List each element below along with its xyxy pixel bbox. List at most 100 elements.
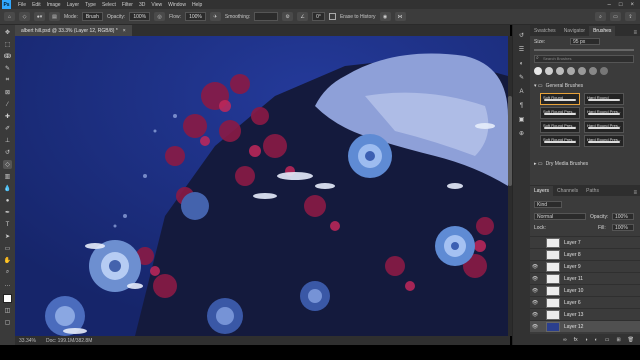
smoothing-field[interactable] <box>254 12 279 21</box>
marquee-tool-icon[interactable]: ⬚ <box>3 40 12 49</box>
paragraph-icon[interactable]: ¶ <box>517 101 526 110</box>
eye-icon[interactable]: 👁 <box>530 264 540 270</box>
move-tool-icon[interactable]: ✥ <box>3 28 12 37</box>
link-icon[interactable]: ∞ <box>563 337 567 343</box>
eye-icon[interactable]: 👁 <box>530 300 540 306</box>
brush-folder-dry-media[interactable]: ▸ ▭ Dry Media Brushes <box>534 161 588 167</box>
brush-item[interactable]: Hard Round <box>584 93 624 105</box>
brush-tip-icon[interactable] <box>534 67 542 75</box>
brush-tip-icon[interactable] <box>589 67 597 75</box>
properties-icon[interactable]: ☰ <box>517 45 526 54</box>
clone-source-icon[interactable]: ⊕ <box>517 129 526 138</box>
brush-search-input[interactable]: Search Brushes <box>534 55 634 63</box>
dodge-tool-icon[interactable]: ● <box>3 196 12 205</box>
zoom-tool-icon[interactable]: ⌕ <box>3 268 12 277</box>
eraser-tool-icon[interactable]: ◇ <box>3 160 12 169</box>
brush-item[interactable]: Soft Round <box>540 93 580 105</box>
brush-tip-icon[interactable] <box>567 67 575 75</box>
eye-icon[interactable]: 👁 <box>530 312 540 318</box>
share-icon[interactable]: ⇪ <box>625 12 636 21</box>
hand-tool-icon[interactable]: ✋ <box>3 256 12 265</box>
blur-tool-icon[interactable]: 💧 <box>3 184 12 193</box>
layer-row[interactable]: Layer 7 <box>530 236 640 248</box>
brush-tip-icon[interactable] <box>600 67 608 75</box>
path-select-tool-icon[interactable]: ➤ <box>3 232 12 241</box>
tab-channels[interactable]: Channels <box>553 186 582 196</box>
tab-paths[interactable]: Paths <box>582 186 603 196</box>
healing-tool-icon[interactable]: ✚ <box>3 112 12 121</box>
eye-icon[interactable]: 👁 <box>530 276 540 282</box>
close-window-icon[interactable]: × <box>630 2 634 8</box>
layer-row[interactable]: 👁 Layer 10 <box>530 284 640 296</box>
eraser-tool-icon[interactable]: ◇ <box>19 12 30 21</box>
trash-icon[interactable]: 🗑 <box>628 337 634 343</box>
minimize-icon[interactable]: – <box>608 2 611 8</box>
layer-row[interactable]: 👁 Layer 9 <box>530 260 640 272</box>
menu-layer[interactable]: Layer <box>64 2 83 8</box>
menu-view[interactable]: View <box>148 2 165 8</box>
menu-file[interactable]: File <box>15 2 29 8</box>
eye-icon[interactable]: 👁 <box>530 324 540 330</box>
erase-history-checkbox[interactable] <box>328 13 336 20</box>
shape-tool-icon[interactable]: ▭ <box>3 244 12 253</box>
brush-tool-icon[interactable]: ✐ <box>3 124 12 133</box>
brush-item[interactable]: Hard Round Pres... <box>584 121 624 133</box>
airbrush-icon[interactable]: ✈ <box>209 12 221 21</box>
more-tools-icon[interactable]: … <box>3 280 12 289</box>
document-tab[interactable]: albert hill.psd @ 33.3% (Layer 12, RGB/8… <box>15 25 132 36</box>
brush-settings-icon[interactable]: ✎ <box>517 73 526 82</box>
history-icon[interactable]: ↺ <box>517 31 526 40</box>
brush-preset-picker[interactable]: ●▾ <box>34 12 45 21</box>
panel-menu-icon[interactable]: ≡ <box>633 190 640 196</box>
flow-field[interactable]: 100% <box>185 12 206 21</box>
menu-select[interactable]: Select <box>99 2 119 8</box>
clone-stamp-tool-icon[interactable]: ⊥ <box>3 136 12 145</box>
screen-mode-icon[interactable]: ▢ <box>3 318 12 327</box>
mask-icon[interactable]: ◑ <box>585 337 588 343</box>
menu-image[interactable]: Image <box>44 2 64 8</box>
brush-item[interactable]: Soft Round Pres... <box>540 135 580 147</box>
foreground-color-swatch[interactable] <box>3 294 12 303</box>
brush-size-slider[interactable] <box>534 49 634 51</box>
search-icon[interactable]: ⌕ <box>595 12 606 21</box>
menu-type[interactable]: Type <box>82 2 99 8</box>
eyedropper-tool-icon[interactable]: ⁄ <box>3 100 12 109</box>
gradient-tool-icon[interactable]: ▥ <box>3 172 12 181</box>
fill-field[interactable]: 100% <box>612 224 634 231</box>
quick-mask-icon[interactable]: ◫ <box>3 306 12 315</box>
blend-mode-select[interactable]: Normal <box>534 213 586 220</box>
adjustment-layer-icon[interactable]: ◐ <box>595 337 598 343</box>
maximize-icon[interactable]: □ <box>619 2 623 8</box>
menu-help[interactable]: Help <box>189 2 205 8</box>
quick-select-tool-icon[interactable]: ✎ <box>3 64 12 73</box>
brush-size-field[interactable]: 95 px <box>570 38 600 45</box>
workspace-icon[interactable]: ▭ <box>610 12 621 21</box>
character-icon[interactable]: A <box>517 87 526 96</box>
close-icon[interactable]: × <box>123 28 126 34</box>
pen-tool-icon[interactable]: ✒ <box>3 208 12 217</box>
pressure-size-icon[interactable]: ◉ <box>379 12 391 21</box>
tab-swatches[interactable]: Swatches <box>530 26 560 36</box>
tab-navigator[interactable]: Navigator <box>560 26 589 36</box>
tab-layers[interactable]: Layers <box>530 186 554 196</box>
brush-settings-icon[interactable]: ▤ <box>49 12 60 21</box>
smoothing-gear-icon[interactable]: ⚙ <box>282 12 294 21</box>
brush-item[interactable]: Soft Round Pres... <box>540 121 580 133</box>
brush-item[interactable]: Hard Round Pres... <box>584 107 624 119</box>
zoom-level[interactable]: 33.34% <box>19 338 36 344</box>
tab-brushes[interactable]: Brushes <box>589 26 616 36</box>
layer-filter-kind[interactable]: Kind <box>534 201 562 208</box>
document-canvas[interactable] <box>15 36 508 336</box>
mode-select[interactable]: Brush <box>81 12 103 21</box>
fx-icon[interactable]: fx <box>574 337 578 343</box>
lasso-tool-icon[interactable]: ↂ <box>3 52 12 61</box>
symmetry-icon[interactable]: ⋈ <box>394 12 406 21</box>
brush-folder-general[interactable]: ▾ ▭ General Brushes <box>534 83 583 89</box>
layer-opacity-field[interactable]: 100% <box>612 213 634 220</box>
home-icon[interactable]: ⌂ <box>4 12 15 21</box>
history-brush-tool-icon[interactable]: ↺ <box>3 148 12 157</box>
type-tool-icon[interactable]: T <box>3 220 12 229</box>
menu-3d[interactable]: 3D <box>136 2 148 8</box>
angle-icon[interactable]: ∠ <box>297 12 309 21</box>
brush-tip-icon[interactable] <box>545 67 553 75</box>
